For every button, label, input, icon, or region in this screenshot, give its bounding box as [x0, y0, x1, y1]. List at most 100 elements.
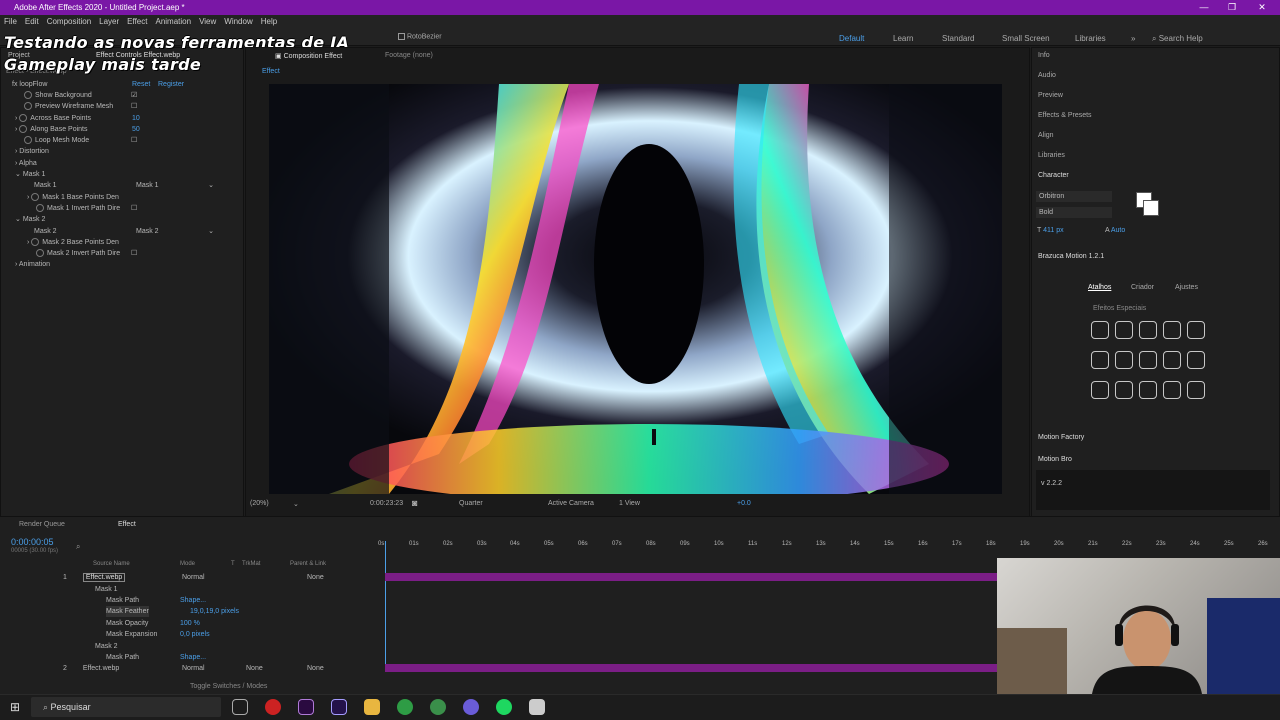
effect-shortcut-icon[interactable]: [1091, 351, 1109, 369]
mask-1-feather[interactable]: Mask Feather: [106, 606, 149, 618]
exposure-value[interactable]: +0.0: [737, 500, 751, 507]
rotobezier-checkbox[interactable]: [398, 33, 405, 40]
minimize-button[interactable]: —: [1190, 0, 1218, 15]
workspace-libraries[interactable]: Libraries: [1075, 34, 1106, 43]
close-button[interactable]: ✕: [1248, 0, 1276, 15]
workspace-default[interactable]: Default: [839, 34, 864, 43]
tab-footage[interactable]: Footage (none): [385, 52, 433, 59]
mask-1-dropdown[interactable]: Mask 1 ⌄: [136, 180, 216, 191]
layer-2-bar[interactable]: [385, 664, 997, 672]
prop-mask-1-invert[interactable]: Mask 1 Invert Path Dire ☐: [0, 203, 244, 214]
chrome-profile-icon[interactable]: [430, 699, 446, 715]
panel-motion-bro[interactable]: Motion Bro: [1038, 456, 1072, 463]
layer-search-icon[interactable]: ⌕: [76, 542, 80, 552]
prop-preview-wireframe[interactable]: Preview Wireframe Mesh ☐: [0, 101, 244, 112]
tab-render-queue[interactable]: Render Queue: [19, 521, 65, 528]
menu-layer[interactable]: Layer: [95, 15, 123, 29]
layer-1-parent[interactable]: None: [307, 572, 324, 583]
resolution-dropdown[interactable]: Quarter: [459, 500, 483, 507]
app-icon[interactable]: [265, 699, 281, 715]
viewer-zoom[interactable]: (20%): [250, 500, 269, 507]
along-base-points-value[interactable]: 50: [132, 124, 140, 135]
menu-help[interactable]: Help: [257, 15, 281, 29]
windows-start-icon[interactable]: ⊞: [10, 700, 20, 714]
mask-1-expansion-value[interactable]: 0,0 pixels: [180, 629, 210, 640]
effect-shortcut-icon[interactable]: [1163, 381, 1181, 399]
workspace-learn[interactable]: Learn: [893, 34, 913, 43]
mask-1-feather-value[interactable]: 19,0,19,0 pixels: [190, 606, 239, 617]
reset-link[interactable]: Reset: [132, 79, 150, 90]
brazuca-tab-ajustes[interactable]: Ajustes: [1175, 284, 1198, 291]
playhead[interactable]: [385, 541, 386, 671]
across-base-points-value[interactable]: 10: [132, 113, 140, 124]
effect-shortcut-icon[interactable]: [1139, 381, 1157, 399]
layer-2-trkmat[interactable]: None: [246, 663, 263, 674]
group-alpha[interactable]: › Alpha: [0, 158, 244, 169]
chrome-icon[interactable]: [397, 699, 413, 715]
mask-1-row[interactable]: Mask 1: [95, 584, 118, 595]
menu-animation[interactable]: Animation: [151, 15, 195, 29]
after-effects-icon[interactable]: [331, 699, 347, 715]
task-view-icon[interactable]: [232, 699, 248, 715]
prop-mask-2-invert[interactable]: Mask 2 Invert Path Dire ☐: [0, 248, 244, 259]
search-help[interactable]: ⌕ Search Help: [1152, 34, 1203, 44]
font-family-select[interactable]: Orbitron: [1036, 191, 1112, 202]
mask-2-invert-checkbox[interactable]: ☐: [131, 248, 137, 259]
font-style-select[interactable]: Bold: [1036, 207, 1112, 218]
mask-1-opacity[interactable]: Mask Opacity: [106, 618, 148, 629]
menu-edit[interactable]: Edit: [21, 15, 43, 29]
layer-1-bar[interactable]: [385, 573, 997, 581]
tab-effect-timeline[interactable]: Effect: [118, 521, 136, 528]
toggle-switches-modes[interactable]: Toggle Switches / Modes: [190, 683, 267, 690]
panel-motion-factory[interactable]: Motion Factory: [1038, 434, 1084, 441]
effect-shortcut-icon[interactable]: [1091, 321, 1109, 339]
prop-show-background[interactable]: Show Background ☑: [0, 90, 244, 101]
preview-wireframe-checkbox[interactable]: ☐: [131, 101, 137, 112]
composition-viewer[interactable]: [269, 84, 1002, 494]
panel-info[interactable]: Info: [1038, 52, 1050, 59]
menu-window[interactable]: Window: [220, 15, 256, 29]
effect-shortcut-icon[interactable]: [1163, 321, 1181, 339]
effect-shortcut-icon[interactable]: [1163, 351, 1181, 369]
effect-shortcut-icon[interactable]: [1187, 321, 1205, 339]
brazuca-tab-atalhos[interactable]: Atalhos: [1088, 284, 1111, 291]
mask-2-dropdown[interactable]: Mask 2 ⌄: [136, 226, 216, 237]
brazuca-tab-criador[interactable]: Criador: [1131, 284, 1154, 291]
mask-2-row[interactable]: Mask 2: [95, 641, 118, 652]
discord-icon[interactable]: [463, 699, 479, 715]
panel-audio[interactable]: Audio: [1038, 72, 1056, 79]
effect-shortcut-icon[interactable]: [1115, 351, 1133, 369]
layer-2-parent[interactable]: None: [307, 663, 324, 674]
mask-1-expansion[interactable]: Mask Expansion: [106, 629, 157, 640]
maximize-button[interactable]: ❐: [1218, 0, 1246, 15]
camera-dropdown[interactable]: Active Camera: [548, 500, 594, 507]
rotobezier-option[interactable]: RotoBezier: [398, 33, 442, 40]
layer-row-2[interactable]: 2 Effect.webp: [63, 663, 119, 674]
register-link[interactable]: Register: [158, 79, 184, 90]
prop-across-base-points[interactable]: › Across Base Points 10: [0, 113, 244, 124]
prop-mask-1-base-points[interactable]: › Mask 1 Base Points Den: [0, 192, 244, 203]
mask-1-path-value[interactable]: Shape...: [180, 595, 206, 606]
panel-align[interactable]: Align: [1038, 132, 1054, 139]
effect-shortcut-icon[interactable]: [1115, 381, 1133, 399]
layer-row-1[interactable]: 1 Effect.webp: [63, 572, 126, 583]
font-size-field[interactable]: T 411 px: [1037, 227, 1064, 234]
mask-1-invert-checkbox[interactable]: ☐: [131, 203, 137, 214]
panel-effects-presets[interactable]: Effects & Presets: [1038, 112, 1092, 119]
time-ruler[interactable]: 0s 01s 02s 03s 04s 05s 06s 07s 08s 09s 1…: [378, 541, 1270, 557]
mask-1-path[interactable]: Mask Path: [106, 595, 139, 606]
prop-mask-2-base-points[interactable]: › Mask 2 Base Points Den: [0, 237, 244, 248]
comp-subtab-effect[interactable]: Effect: [262, 68, 280, 75]
timeline-timecode[interactable]: 0:00:00:05: [11, 537, 54, 547]
menu-composition[interactable]: Composition: [43, 15, 95, 29]
mask-1-opacity-value[interactable]: 100 %: [180, 618, 200, 629]
layer-2-mode[interactable]: Normal: [182, 663, 205, 674]
premiere-icon[interactable]: [298, 699, 314, 715]
menu-effect[interactable]: Effect: [123, 15, 151, 29]
panel-brazuca-title[interactable]: Brazuca Motion 1.2.1: [1038, 253, 1104, 260]
effect-shortcut-icon[interactable]: [1139, 351, 1157, 369]
tab-composition[interactable]: ▣ Composition Effect: [275, 52, 342, 60]
group-mask-1[interactable]: ⌄ Mask 1: [0, 169, 244, 180]
taskbar-search[interactable]: ⌕ Pesquisar: [31, 697, 221, 717]
viewer-timecode[interactable]: 0:00:23:23: [370, 500, 403, 507]
